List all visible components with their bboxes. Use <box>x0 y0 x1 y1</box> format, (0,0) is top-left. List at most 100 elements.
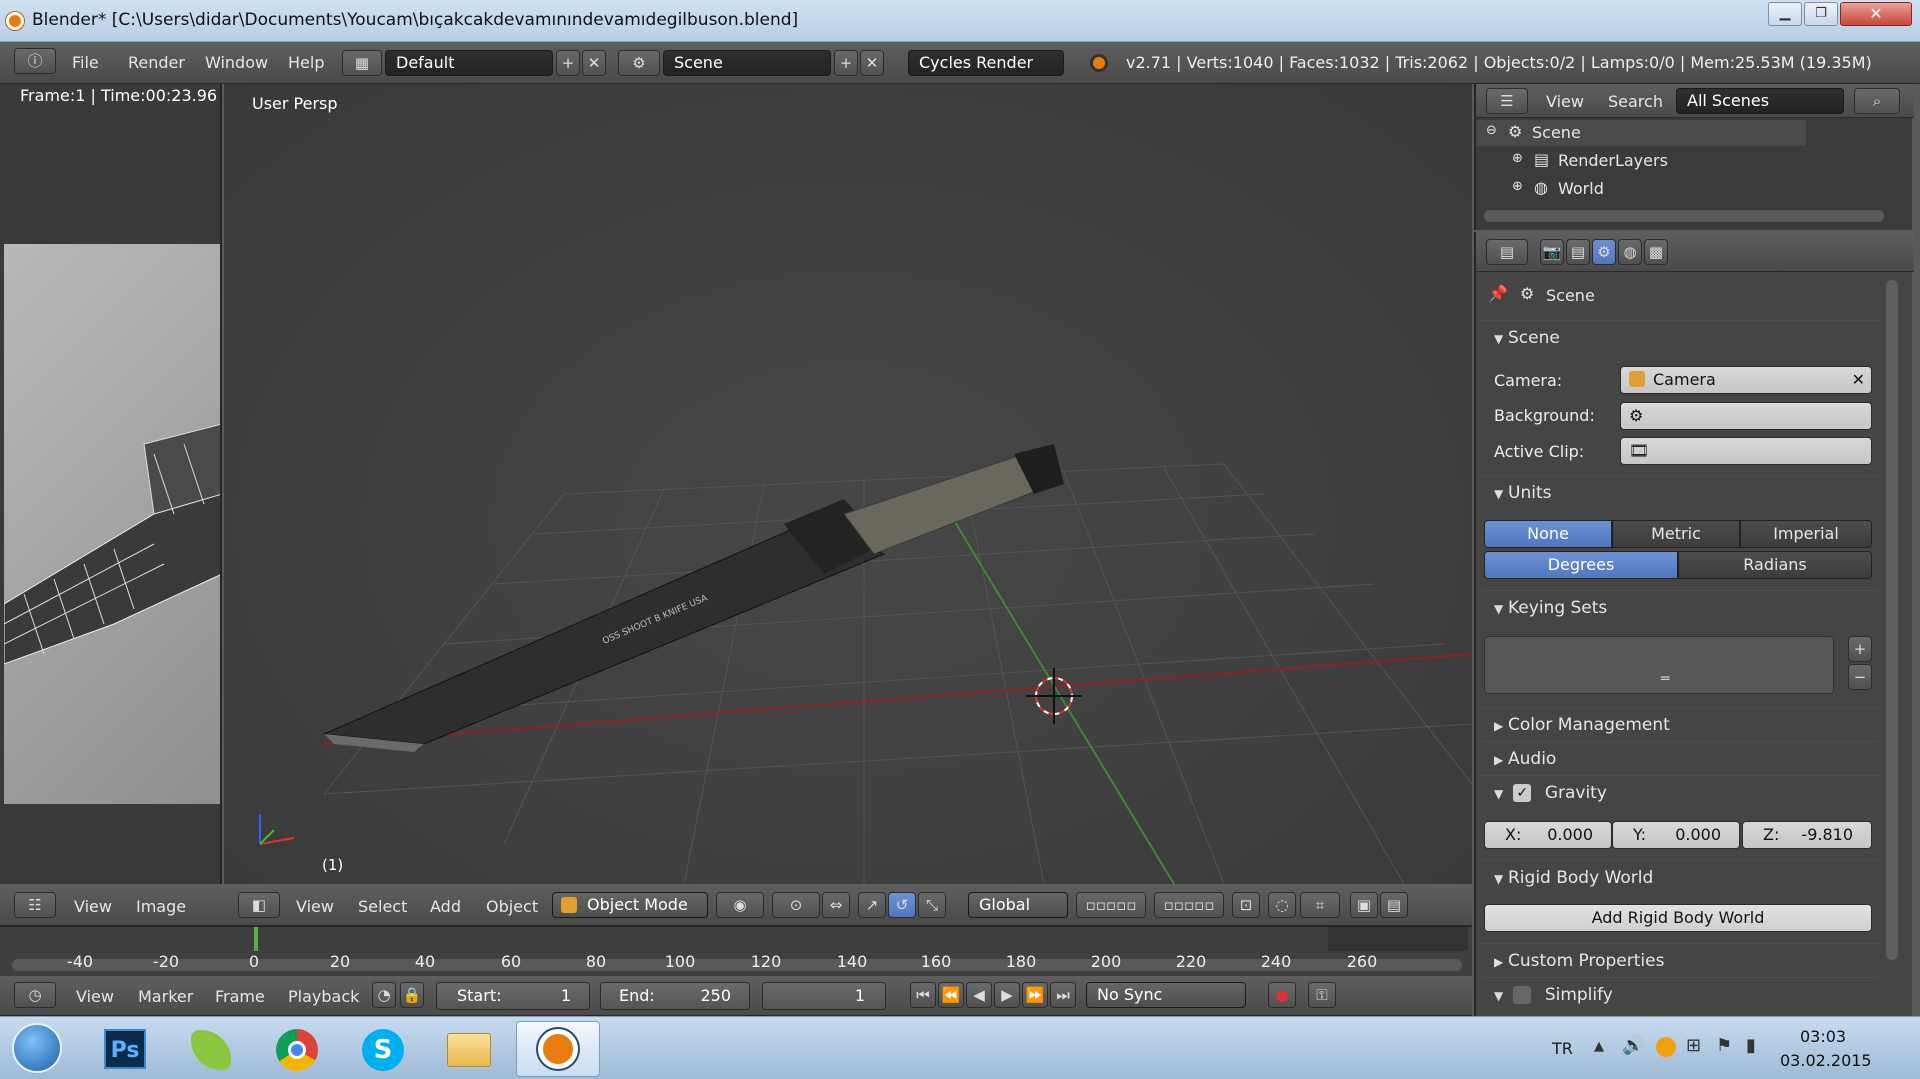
translate-button[interactable]: ↗ <box>858 892 886 918</box>
world-tab-icon[interactable]: ◍ <box>1618 239 1642 265</box>
timeline-menu-frame[interactable]: Frame <box>215 987 265 1006</box>
editor-type-icon[interactable]: ⓘ <box>14 48 56 74</box>
viewport-menu-view[interactable]: View <box>296 897 334 916</box>
timeline-menu-marker[interactable]: Marker <box>138 987 193 1006</box>
outliner[interactable]: ☰ View Search All Scenes ⌕ ⊖ ⚙ Scene ⊕ ▤… <box>1474 84 1914 230</box>
jump-keyframe-forward-button[interactable]: ⏩ <box>1022 982 1048 1008</box>
keying-sets-panel-header[interactable]: ▼ Keying Sets <box>1482 590 1878 624</box>
layers-grid-b[interactable]: ▫▫▫▫▫ <box>1154 892 1224 918</box>
tray-app-icon[interactable] <box>1656 1037 1676 1057</box>
render-tab-icon[interactable]: 📷 <box>1540 239 1564 265</box>
menu-file[interactable]: File <box>72 53 99 72</box>
object-mode-selector[interactable]: Object Mode <box>552 892 708 918</box>
scale-button[interactable]: ⤡ <box>918 892 946 918</box>
background-field[interactable]: ⚙ <box>1620 402 1872 430</box>
image-editor[interactable]: Frame:1 | Time:00:23.96 | M <box>0 84 222 884</box>
add-rigid-body-button[interactable]: Add Rigid Body World <box>1484 904 1872 932</box>
collapse-icon[interactable]: ⊖ <box>1486 123 1497 138</box>
chrome-taskbar-button[interactable] <box>258 1023 336 1077</box>
layout-selector[interactable]: Default <box>385 50 553 76</box>
remove-keying-set-button[interactable]: − <box>1848 664 1872 690</box>
image-menu-view[interactable]: View <box>74 897 112 916</box>
add-scene-button[interactable]: + <box>834 50 858 76</box>
sync-selector[interactable]: No Sync <box>1086 982 1246 1008</box>
orientation-selector[interactable]: Global <box>968 892 1068 918</box>
maximize-button[interactable]: ❐ <box>1804 2 1838 26</box>
outliner-filter-selector[interactable]: All Scenes <box>1676 88 1844 114</box>
record-button[interactable]: ● <box>1268 982 1296 1008</box>
blender-taskbar-button[interactable] <box>516 1021 600 1077</box>
explorer-taskbar-button[interactable] <box>430 1023 508 1077</box>
keying-sets-list[interactable]: ═ <box>1484 636 1834 694</box>
outliner-row-renderlayers[interactable]: ⊕ ▤ RenderLayers <box>1476 148 1806 174</box>
pivot-button[interactable]: ⊙ <box>772 892 820 918</box>
scene-panel-header[interactable]: ▼ Scene <box>1482 320 1878 354</box>
keying-set-button[interactable]: ⚿ <box>1308 982 1336 1008</box>
signal-icon[interactable]: ▮ <box>1746 1035 1756 1056</box>
timeline-menu-view[interactable]: View <box>76 987 114 1006</box>
lock-range-button[interactable]: 🔒 <box>400 982 424 1008</box>
simplify-panel-header[interactable]: ▼ Simplify <box>1482 977 1878 1011</box>
end-frame-field[interactable]: End: 250 <box>600 982 750 1010</box>
remove-scene-button[interactable]: ✕ <box>860 50 884 76</box>
custom-properties-panel-header[interactable]: ▶ Custom Properties <box>1482 943 1878 977</box>
gravity-z-field[interactable]: Z: -9.810 <box>1742 821 1872 849</box>
snap-button[interactable]: ⌗ <box>1300 892 1340 918</box>
render-preview-button[interactable]: ▣ <box>1350 892 1378 918</box>
manipulator-button[interactable]: ⇔ <box>822 892 850 918</box>
units-none-button[interactable]: None <box>1484 520 1612 548</box>
layers-grid-a[interactable]: ▫▫▫▫▫ <box>1076 892 1146 918</box>
renderlayer-tab-icon[interactable]: ▤ <box>1566 239 1590 265</box>
current-frame-field[interactable]: 1 <box>762 982 886 1010</box>
pin-icon[interactable]: 📌 <box>1488 284 1508 303</box>
color-management-panel-header[interactable]: ▶ Color Management <box>1482 707 1878 741</box>
clock-time[interactable]: 03:03 <box>1800 1027 1846 1046</box>
properties-scrollbar[interactable] <box>1886 280 1898 960</box>
remove-layout-button[interactable]: ✕ <box>582 50 606 76</box>
timeline-scrollbar[interactable] <box>12 959 1462 971</box>
sketchbook-taskbar-button[interactable] <box>172 1023 250 1077</box>
active-clip-field[interactable]: 🎞 <box>1620 437 1872 465</box>
clock-date[interactable]: 03.02.2015 <box>1780 1051 1872 1070</box>
skype-taskbar-button[interactable]: S <box>344 1023 422 1077</box>
start-frame-field[interactable]: Start: 1 <box>436 982 590 1010</box>
render-engine-selector[interactable]: Cycles Render <box>908 50 1064 76</box>
image-editor-type-icon[interactable]: ☷ <box>14 892 56 918</box>
expand-icon[interactable]: ⊕ <box>1512 151 1523 166</box>
viewport-type-icon[interactable]: ◧ <box>238 892 280 918</box>
photoshop-taskbar-button[interactable]: Ps <box>86 1023 164 1075</box>
outliner-row-world[interactable]: ⊕ ◍ World <box>1476 176 1806 202</box>
scene-selector[interactable]: Scene <box>663 50 831 76</box>
gravity-x-field[interactable]: X: 0.000 <box>1484 821 1612 849</box>
rotate-button[interactable]: ↺ <box>888 892 916 918</box>
viewport-menu-select[interactable]: Select <box>358 897 407 916</box>
action-center-icon[interactable]: ⚑ <box>1716 1035 1732 1056</box>
menu-help[interactable]: Help <box>288 53 324 72</box>
play-reverse-button[interactable]: ◀ <box>966 982 992 1008</box>
gravity-checkbox[interactable]: ✓ <box>1513 784 1532 802</box>
units-metric-button[interactable]: Metric <box>1612 520 1740 548</box>
add-keying-set-button[interactable]: + <box>1848 636 1872 662</box>
outliner-row-scene[interactable]: ⊖ ⚙ Scene <box>1476 120 1806 146</box>
proportional-edit-button[interactable]: ◌ <box>1268 892 1296 918</box>
texture-tab-icon[interactable]: ▩ <box>1644 239 1668 265</box>
playhead[interactable] <box>254 927 258 951</box>
radians-button[interactable]: Radians <box>1678 551 1872 579</box>
gravity-y-field[interactable]: Y: 0.000 <box>1612 821 1740 849</box>
units-panel-header[interactable]: ▼ Units <box>1482 475 1878 509</box>
render-animation-button[interactable]: ▤ <box>1380 892 1408 918</box>
expand-icon[interactable]: ⊕ <box>1512 179 1523 194</box>
language-indicator[interactable]: TR <box>1552 1039 1573 1058</box>
properties-type-icon[interactable]: ▤ <box>1486 239 1528 265</box>
layer-lock-button[interactable]: ⊡ <box>1232 892 1260 918</box>
scene-tab-icon[interactable]: ⚙ <box>1592 239 1616 265</box>
jump-start-button[interactable]: ⏮ <box>910 982 936 1008</box>
degrees-button[interactable]: Degrees <box>1484 551 1678 579</box>
clear-camera-icon[interactable]: ✕ <box>1852 367 1865 393</box>
menu-window[interactable]: Window <box>205 53 268 72</box>
menu-render[interactable]: Render <box>128 53 185 72</box>
rigid-body-panel-header[interactable]: ▼ Rigid Body World <box>1482 860 1878 894</box>
start-button-icon[interactable] <box>12 1023 62 1073</box>
jump-keyframe-back-button[interactable]: ⏪ <box>938 982 964 1008</box>
play-button[interactable]: ▶ <box>994 982 1020 1008</box>
